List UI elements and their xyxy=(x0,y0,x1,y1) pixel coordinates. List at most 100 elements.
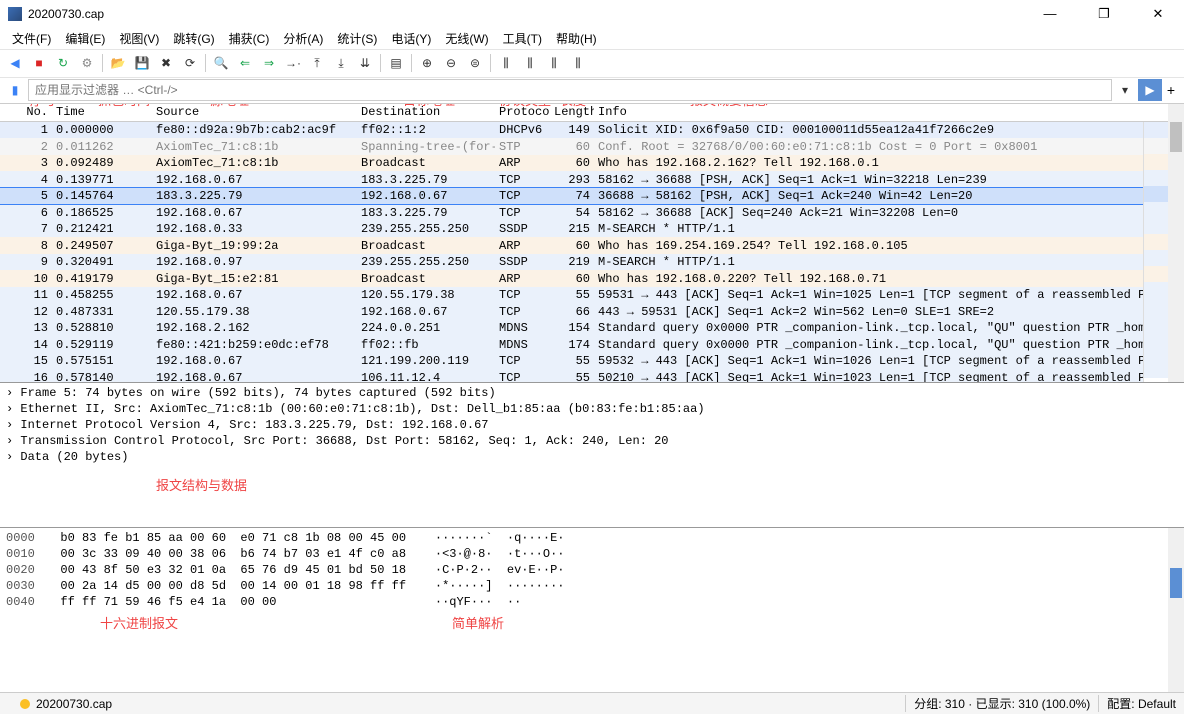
status-filename: 20200730.cap xyxy=(36,697,112,711)
col-time[interactable]: Time xyxy=(52,105,152,119)
col-len[interactable]: Length xyxy=(550,105,594,119)
separator xyxy=(205,54,206,72)
annot-parse: 简单解析 xyxy=(452,616,504,632)
resize-cols4-icon[interactable]: ⫼ xyxy=(567,52,589,74)
zoom-in-icon[interactable]: ⊕ xyxy=(416,52,438,74)
toolbar: ◀ ■ ↻ ⚙ 📂 💾 ✖ ⟳ 🔍 ⇐ ⇒ →· ⤒ ⤓ ⇊ ▤ ⊕ ⊖ ⊜ ⫼… xyxy=(0,50,1184,78)
status-packets: 分组: 310 · 已显示: 310 (100.0%) xyxy=(905,695,1098,712)
zoom-out-icon[interactable]: ⊖ xyxy=(440,52,462,74)
detail-line[interactable]: › Transmission Control Protocol, Src Por… xyxy=(6,433,1178,449)
separator xyxy=(102,54,103,72)
apply-filter-button[interactable]: ▶ xyxy=(1138,79,1162,101)
go-first-icon[interactable]: ⤒ xyxy=(306,52,328,74)
resize-cols2-icon[interactable]: ⫼ xyxy=(519,52,541,74)
status-bar: 20200730.cap 分组: 310 · 已显示: 310 (100.0%)… xyxy=(0,692,1184,714)
packet-row[interactable]: 50.145764183.3.225.79192.168.0.67TCP7436… xyxy=(0,188,1184,205)
menu-item[interactable]: 统计(S) xyxy=(331,28,383,49)
detail-line[interactable]: › Ethernet II, Src: AxiomTec_71:c8:1b (0… xyxy=(6,401,1178,417)
menu-item[interactable]: 编辑(E) xyxy=(59,28,111,49)
packet-bytes-pane[interactable]: 0000 b0 83 fe b1 85 aa 00 60 e0 71 c8 1b… xyxy=(0,528,1184,693)
detail-line[interactable]: › Internet Protocol Version 4, Src: 183.… xyxy=(6,417,1178,433)
filter-bar: ▮ ▾ ▶ + xyxy=(0,78,1184,104)
separator xyxy=(380,54,381,72)
separator xyxy=(411,54,412,72)
go-last-icon[interactable]: ⤓ xyxy=(330,52,352,74)
start-capture-icon[interactable]: ◀ xyxy=(4,52,26,74)
expression-icon[interactable]: ▾ xyxy=(1114,79,1136,101)
col-source[interactable]: Source xyxy=(152,105,357,119)
hex-row[interactable]: 0010 00 3c 33 09 40 00 38 06 b6 74 b7 03… xyxy=(6,546,1178,562)
packet-row[interactable]: 80.249507Giga-Byt_19:99:2aBroadcastARP60… xyxy=(0,237,1184,254)
menu-item[interactable]: 捕获(C) xyxy=(223,28,276,49)
packet-list-pane[interactable]: 序号 抓包时间 源地址 目标地址 协议类型 长度 报文概要信息 No. Time… xyxy=(0,104,1184,383)
packet-row[interactable]: 140.529119fe80::421:b259:e0dc:ef78ff02::… xyxy=(0,336,1184,353)
add-filter-button[interactable]: + xyxy=(1162,79,1180,101)
col-dest[interactable]: Destination xyxy=(357,105,495,119)
packet-row[interactable]: 30.092489AxiomTec_71:c8:1bBroadcastARP60… xyxy=(0,155,1184,172)
stop-capture-icon[interactable]: ■ xyxy=(28,52,50,74)
packet-row[interactable]: 100.419179Giga-Byt_15:e2:81BroadcastARP6… xyxy=(0,270,1184,287)
hex-row[interactable]: 0030 00 2a 14 d5 00 00 d8 5d 00 14 00 01… xyxy=(6,578,1178,594)
jump-icon[interactable]: →· xyxy=(282,52,304,74)
packet-row[interactable]: 120.487331120.55.179.38192.168.0.67TCP66… xyxy=(0,303,1184,320)
packet-details-pane[interactable]: › Frame 5: 74 bytes on wire (592 bits), … xyxy=(0,383,1184,528)
scrollbar[interactable] xyxy=(1168,104,1184,382)
close-file-icon[interactable]: ✖ xyxy=(155,52,177,74)
auto-scroll-icon[interactable]: ⇊ xyxy=(354,52,376,74)
expert-info-icon[interactable] xyxy=(20,699,30,709)
scrollbar[interactable] xyxy=(1168,528,1184,693)
packet-row[interactable]: 20.011262AxiomTec_71:c8:1bSpanning-tree-… xyxy=(0,138,1184,155)
status-file: 20200730.cap xyxy=(0,697,905,711)
packet-row[interactable]: 110.458255192.168.0.67120.55.179.38TCP55… xyxy=(0,287,1184,304)
packet-row[interactable]: 90.320491192.168.0.97239.255.255.250SSDP… xyxy=(0,254,1184,271)
menu-item[interactable]: 跳转(G) xyxy=(167,28,220,49)
reload-icon[interactable]: ⟳ xyxy=(179,52,201,74)
packet-row[interactable]: 150.575151192.168.0.67121.199.200.119TCP… xyxy=(0,353,1184,370)
hex-row[interactable]: 0020 00 43 8f 50 e3 32 01 0a 65 76 d9 45… xyxy=(6,562,1178,578)
annot-hex: 十六进制报文 xyxy=(100,616,178,632)
col-info[interactable]: Info xyxy=(594,105,1159,119)
go-back-icon[interactable]: ⇐ xyxy=(234,52,256,74)
resize-cols3-icon[interactable]: ⫼ xyxy=(543,52,565,74)
colorize-icon[interactable]: ▤ xyxy=(385,52,407,74)
menu-item[interactable]: 帮助(H) xyxy=(550,28,603,49)
window-title: 20200730.cap xyxy=(28,7,1032,21)
menubar: 文件(F)编辑(E)视图(V)跳转(G)捕获(C)分析(A)统计(S)电话(Y)… xyxy=(0,28,1184,50)
maximize-button[interactable]: ❐ xyxy=(1086,2,1122,26)
detail-line[interactable]: › Frame 5: 74 bytes on wire (592 bits), … xyxy=(6,385,1178,401)
col-no[interactable]: No. xyxy=(0,105,52,119)
save-file-icon[interactable]: 💾 xyxy=(131,52,153,74)
restart-capture-icon[interactable]: ↻ xyxy=(52,52,74,74)
packet-row[interactable]: 60.186525192.168.0.67183.3.225.79TCP5458… xyxy=(0,204,1184,221)
titlebar: 20200730.cap — ❐ ✕ xyxy=(0,0,1184,28)
zoom-reset-icon[interactable]: ⊜ xyxy=(464,52,486,74)
menu-item[interactable]: 工具(T) xyxy=(497,28,548,49)
menu-item[interactable]: 分析(A) xyxy=(277,28,329,49)
go-fwd-icon[interactable]: ⇒ xyxy=(258,52,280,74)
hex-row[interactable]: 0000 b0 83 fe b1 85 aa 00 60 e0 71 c8 1b… xyxy=(6,530,1178,546)
display-filter-input[interactable] xyxy=(28,79,1112,101)
packet-row[interactable]: 130.528810192.168.2.162224.0.0.251MDNS15… xyxy=(0,320,1184,337)
col-proto[interactable]: Protocol xyxy=(495,105,550,119)
find-icon[interactable]: 🔍 xyxy=(210,52,232,74)
menu-item[interactable]: 电话(Y) xyxy=(385,28,437,49)
packet-minimap[interactable] xyxy=(1143,122,1168,382)
detail-line[interactable]: › Data (20 bytes) xyxy=(6,449,1178,465)
packet-row[interactable]: 70.212421192.168.0.33239.255.255.250SSDP… xyxy=(0,221,1184,238)
packet-row[interactable]: 10.000000fe80::d92a:9b7b:cab2:ac9fff02::… xyxy=(0,122,1184,139)
options-icon[interactable]: ⚙ xyxy=(76,52,98,74)
hex-row[interactable]: 0040 ff ff 71 59 46 f5 e4 1a 00 00 ··qYF… xyxy=(6,594,1178,610)
bookmarks-icon[interactable]: ▮ xyxy=(4,79,26,101)
packet-list-header[interactable]: No. Time Source Destination Protocol Len… xyxy=(0,104,1184,122)
close-button[interactable]: ✕ xyxy=(1140,2,1176,26)
app-logo-icon xyxy=(8,7,22,21)
menu-item[interactable]: 视图(V) xyxy=(113,28,165,49)
minimize-button[interactable]: — xyxy=(1032,2,1068,26)
packet-row[interactable]: 160.578140192.168.0.67106.11.12.4TCP5550… xyxy=(0,369,1184,383)
menu-item[interactable]: 文件(F) xyxy=(6,28,57,49)
window-controls: — ❐ ✕ xyxy=(1032,2,1176,26)
open-file-icon[interactable]: 📂 xyxy=(107,52,129,74)
packet-row[interactable]: 40.139771192.168.0.67183.3.225.79TCP2935… xyxy=(0,171,1184,188)
menu-item[interactable]: 无线(W) xyxy=(439,28,494,49)
resize-cols-icon[interactable]: ⫼ xyxy=(495,52,517,74)
